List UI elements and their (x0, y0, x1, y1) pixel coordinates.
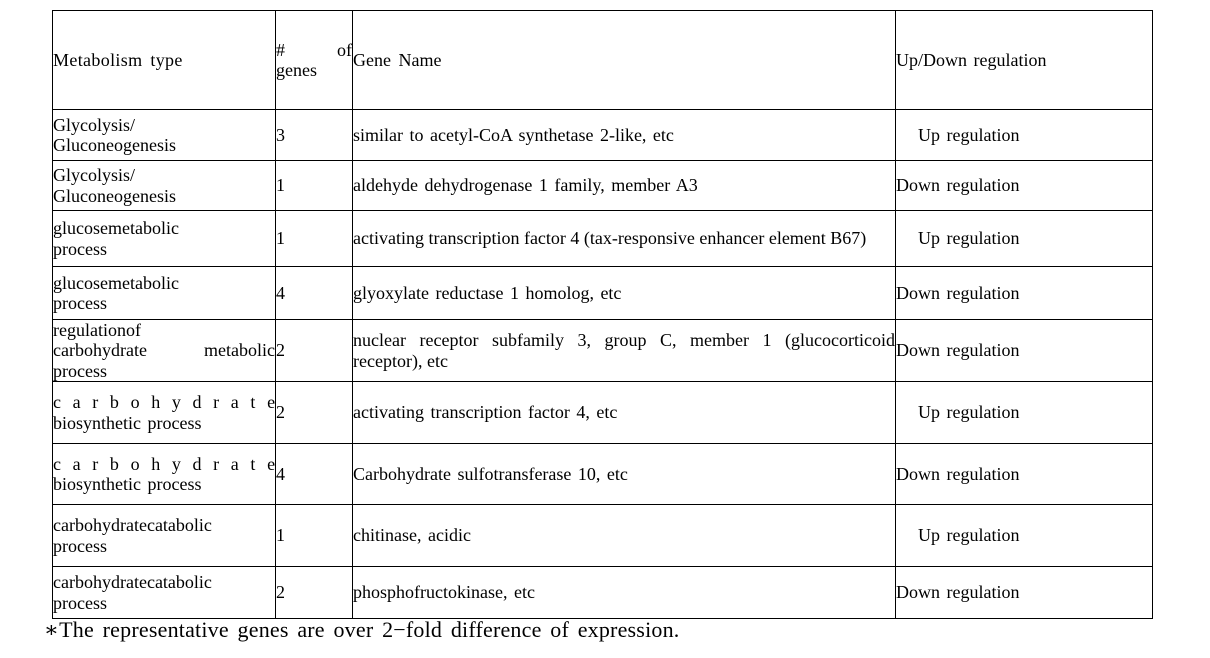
cell-regulation: Up regulation (895, 381, 1153, 444)
column-header-num-genes-line1: # of (276, 39, 352, 60)
column-header-metabolism-type: Metabolism type (52, 10, 276, 110)
cell-gene-name: phosphofructokinase, etc (352, 566, 896, 619)
cell-metabolism-type: c a r b o h y d r a t e biosynthetic pro… (52, 381, 276, 444)
cell-gene-name: Carbohydrate sulfotransferase 10, etc (352, 443, 896, 505)
type-line: process (53, 293, 107, 313)
cell-gene-name: activating transcription factor 4, etc (352, 381, 896, 444)
table-footnote: ∗The representative genes are over 2−fol… (44, 617, 680, 642)
type-line: regulationof (53, 320, 141, 341)
cell-gene-name: glyoxylate reductase 1 homolog, etc (352, 266, 896, 320)
cell-regulation: Down regulation (895, 160, 1153, 211)
type-line: Gluconeogenesis (53, 185, 176, 206)
type-line: biosynthetic process (53, 412, 202, 433)
cell-metabolism-type: Glycolysis/ Gluconeogenesis (52, 160, 276, 211)
cell-gene-name: chitinase, acidic (352, 504, 896, 567)
cell-gene-count: 2 (275, 381, 353, 444)
type-line: process (53, 592, 107, 613)
table-header-row: Metabolism type # of genes Gene Name Up/… (52, 10, 1153, 110)
type-line: Glycolysis/ (53, 165, 136, 186)
type-line: Gluconeogenesis (53, 135, 176, 155)
type-line: carbohydratecatabolic (53, 515, 212, 536)
table-row: regulationof carbohydrate metabolic proc… (52, 319, 1153, 382)
cell-metabolism-type: c a r b o h y d r a t e biosynthetic pro… (52, 443, 276, 505)
cell-metabolism-type: Glycolysis/ Gluconeogenesis (52, 109, 276, 161)
type-line: biosynthetic process (53, 474, 202, 494)
cell-metabolism-type: glucosemetabolic process (52, 210, 276, 267)
column-header-updown-regulation: Up/Down regulation (895, 10, 1153, 110)
column-header-num-genes-line2: genes (276, 60, 317, 80)
cell-gene-name: nuclear receptor subfamily 3, group C, m… (352, 319, 896, 382)
type-line-spread: c a r b o h y d r a t e (53, 392, 276, 413)
cell-gene-count: 3 (275, 109, 353, 161)
type-line: Glycolysis/ (53, 114, 136, 135)
table-row: glucosemetabolic process 4 glyoxylate re… (52, 266, 1153, 320)
cell-metabolism-type: carbohydratecatabolic process (52, 504, 276, 567)
cell-gene-name: similar to acetyl-CoA synthetase 2-like,… (352, 109, 896, 161)
cell-gene-count: 2 (275, 566, 353, 619)
table-row: glucosemetabolic process 1 activating tr… (52, 210, 1153, 267)
table-row: c a r b o h y d r a t e biosynthetic pro… (52, 381, 1153, 444)
page-root: Metabolism type # of genes Gene Name Up/… (0, 0, 1210, 658)
table-row: carbohydratecatabolic process 1 chitinas… (52, 504, 1153, 567)
cell-gene-name: aldehyde dehydrogenase 1 family, member … (352, 160, 896, 211)
type-line: glucosemetabolic (53, 272, 179, 293)
cell-gene-name: activating transcription factor 4 (tax-r… (352, 210, 896, 267)
cell-gene-count: 1 (275, 160, 353, 211)
cell-gene-count: 1 (275, 504, 353, 567)
cell-regulation: Down regulation (895, 566, 1153, 619)
type-line: carbohydratecatabolic (53, 572, 212, 593)
cell-metabolism-type: glucosemetabolic process (52, 266, 276, 320)
type-line: carbohydrate metabolic (53, 340, 275, 361)
cell-metabolism-type: carbohydratecatabolic process (52, 566, 276, 619)
cell-regulation: Down regulation (895, 266, 1153, 320)
cell-gene-count: 4 (275, 266, 353, 320)
cell-gene-count: 1 (275, 210, 353, 267)
cell-regulation: Down regulation (895, 443, 1153, 505)
gene-metabolism-table: Metabolism type # of genes Gene Name Up/… (52, 10, 1153, 619)
type-line: process (53, 238, 107, 259)
column-header-num-genes: # of genes (275, 10, 353, 110)
cell-gene-count: 2 (275, 319, 353, 382)
type-line: process (53, 360, 107, 381)
cell-regulation: Up regulation (895, 109, 1153, 161)
table-row: Glycolysis/ Gluconeogenesis 1 aldehyde d… (52, 160, 1153, 211)
cell-metabolism-type: regulationof carbohydrate metabolic proc… (52, 319, 276, 382)
type-line-spread: c a r b o h y d r a t e (53, 453, 276, 474)
table-row: carbohydratecatabolic process 2 phosphof… (52, 566, 1153, 619)
type-line: process (53, 535, 107, 556)
cell-gene-count: 4 (275, 443, 353, 505)
column-header-gene-name: Gene Name (352, 10, 896, 110)
cell-regulation: Up regulation (895, 210, 1153, 267)
cell-regulation: Down regulation (895, 319, 1153, 382)
table-row: c a r b o h y d r a t e biosynthetic pro… (52, 443, 1153, 505)
table-row: Glycolysis/ Gluconeogenesis 3 similar to… (52, 109, 1153, 161)
cell-regulation: Up regulation (895, 504, 1153, 567)
type-line: glucosemetabolic (53, 218, 179, 239)
